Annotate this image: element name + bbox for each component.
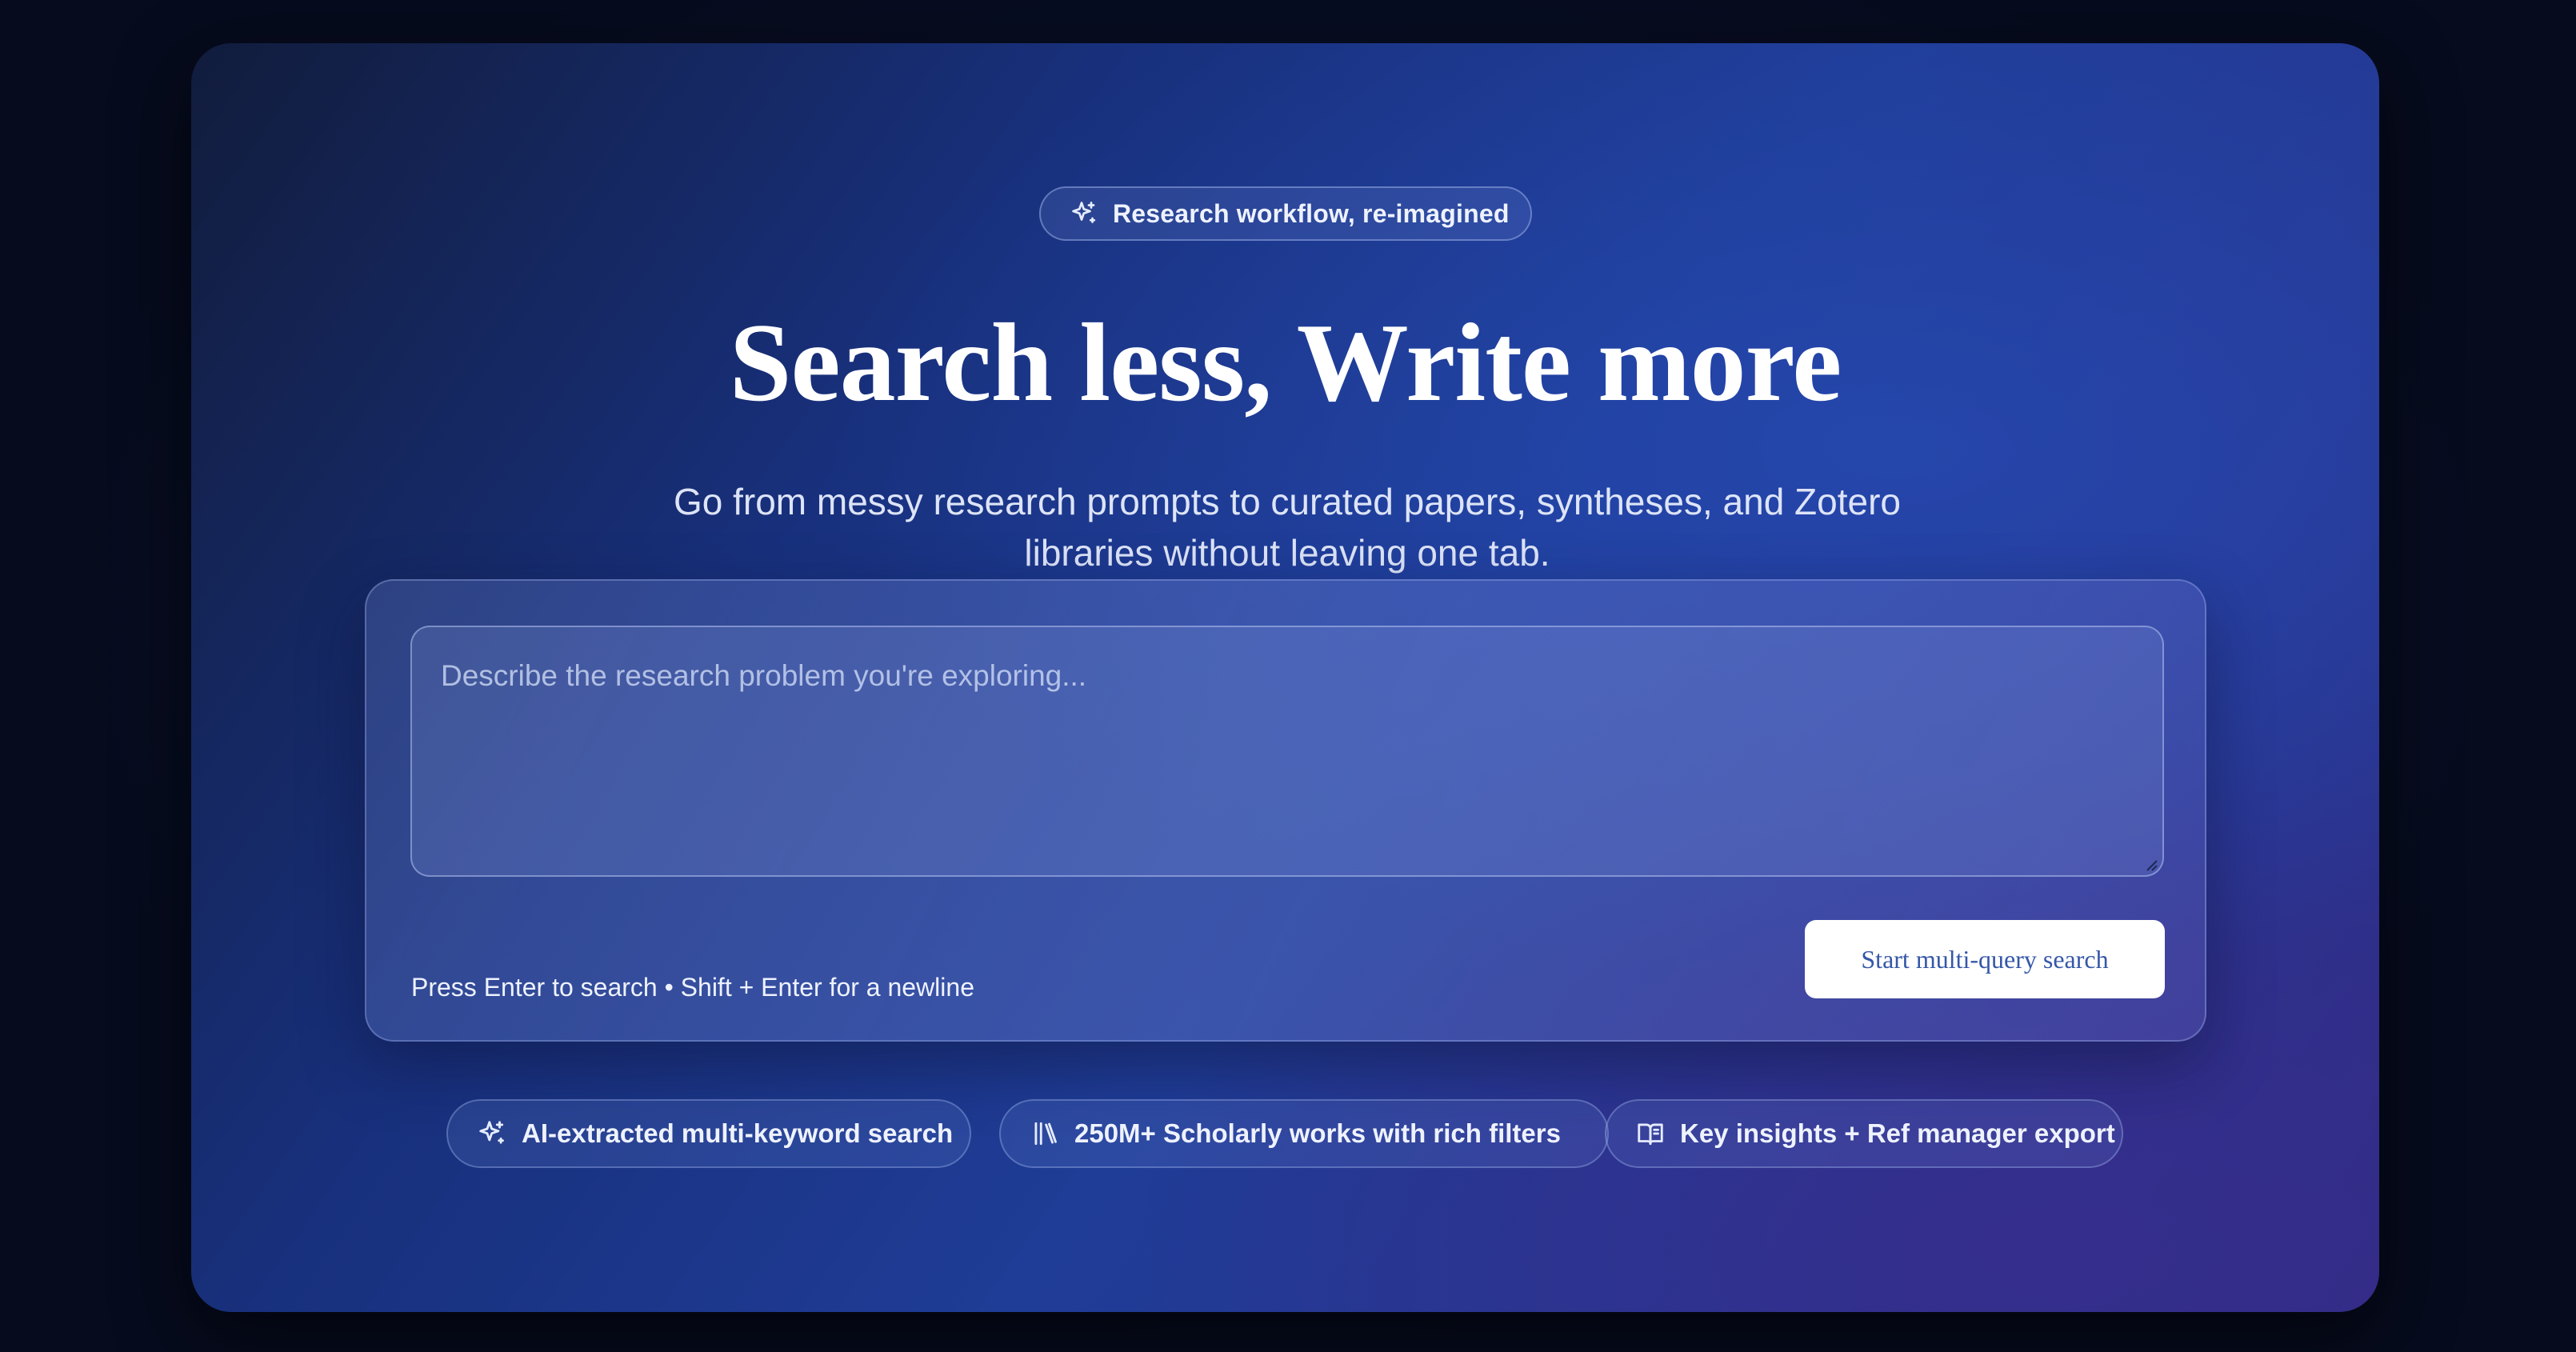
feature-label: 250M+ Scholarly works with rich filters — [1074, 1118, 1561, 1148]
page-background: Research workflow, re-imagined Search le… — [0, 0, 2576, 1352]
keyboard-hint: Press Enter to search • Shift + Enter fo… — [411, 973, 974, 1002]
feature-pill-scholarly-works: 250M+ Scholarly works with rich filters — [999, 1099, 1609, 1168]
feature-pill-keyword-search: AI-extracted multi-keyword search — [446, 1099, 971, 1168]
start-search-button[interactable]: Start multi-query search — [1805, 920, 2165, 998]
page-subtitle: Go from messy research prompts to curate… — [673, 481, 1901, 574]
feature-label: Key insights + Ref manager export — [1680, 1118, 2115, 1148]
search-panel: Press Enter to search • Shift + Enter fo… — [365, 579, 2206, 1042]
badge-label: Research workflow, re-imagined — [1113, 198, 1510, 228]
book-open-icon — [1635, 1118, 1666, 1149]
library-icon — [1030, 1118, 1060, 1149]
feature-pill-ref-export: Key insights + Ref manager export — [1605, 1099, 2123, 1168]
sparkles-icon — [477, 1118, 507, 1149]
resize-handle-icon[interactable] — [2144, 858, 2158, 872]
sparkles-icon — [1070, 199, 1098, 228]
feature-label: AI-extracted multi-keyword search — [522, 1118, 954, 1148]
hero-badge: Research workflow, re-imagined — [1039, 186, 1532, 241]
page-title: Search less, Write more — [729, 301, 1842, 425]
hero-card: Research workflow, re-imagined Search le… — [191, 43, 2379, 1312]
research-query-input[interactable] — [410, 626, 2164, 877]
